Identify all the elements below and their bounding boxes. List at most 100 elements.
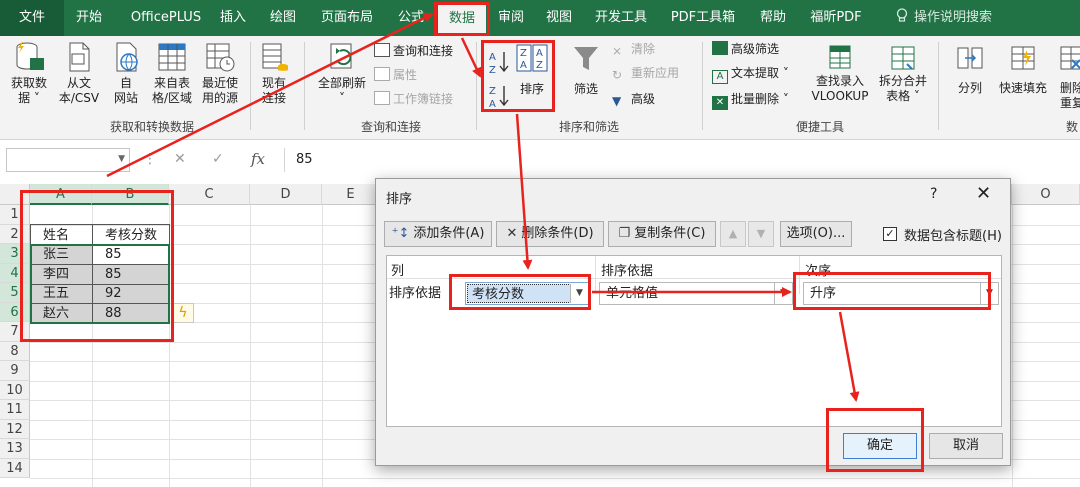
add-condition-button[interactable]: ⁺↕ 添加条件(A) <box>384 221 492 247</box>
move-down-button[interactable]: ▼ <box>748 221 774 247</box>
gridline <box>1012 205 1013 487</box>
row-header[interactable]: 11 <box>0 400 30 420</box>
tab-page-layout[interactable]: 页面布局 <box>314 0 380 36</box>
gridline <box>250 205 251 487</box>
formula-input[interactable]: 85 <box>284 148 1080 172</box>
refresh-all-button[interactable]: 全部刷新 ˅ <box>312 40 372 106</box>
web-page-icon <box>116 42 138 72</box>
flash-fill-icon <box>1011 46 1035 70</box>
excel-window: 文件 开始 OfficePLUS 插入 绘图 页面布局 公式 数据 审阅 视图 … <box>0 0 1080 487</box>
tab-insert[interactable]: 插入 <box>212 0 254 36</box>
tab-pdf-toolbox[interactable]: PDF工具箱 <box>666 0 740 36</box>
tab-help[interactable]: 帮助 <box>752 0 794 36</box>
text-file-icon <box>69 42 90 72</box>
copy-condition-icon: ❐ <box>618 226 631 241</box>
column-header-o[interactable]: O <box>1012 184 1080 205</box>
workbook-links-icon <box>374 91 390 105</box>
confirm-entry-icon[interactable]: ✓ <box>212 151 224 167</box>
split-merge-button[interactable]: 拆分合并 表格 ˅ <box>874 44 932 104</box>
tab-developer[interactable]: 开发工具 <box>588 0 654 36</box>
table-icon <box>158 43 186 71</box>
chevron-down-icon[interactable]: ▼ <box>118 154 125 164</box>
row-header[interactable]: 14 <box>0 458 30 478</box>
workbook-links-button[interactable]: 工作簿链接 <box>374 90 453 108</box>
from-web-button[interactable]: 自 网站 <box>106 40 146 106</box>
clear-filter-button[interactable]: ⨯ 清除 <box>612 40 655 58</box>
annotation-box-order-select <box>793 272 991 310</box>
column-header-d[interactable]: D <box>250 184 322 205</box>
from-web-line1: 自 <box>119 76 132 90</box>
column-header-e[interactable]: E <box>322 184 380 205</box>
copy-condition-button[interactable]: ❐ 复制条件(C) <box>608 221 716 247</box>
chevron-down-icon[interactable]: ▼ <box>774 283 792 304</box>
filter-button[interactable]: 筛选 <box>566 44 606 97</box>
refresh-all-line2: ˅ <box>339 91 345 105</box>
row-header[interactable]: 9 <box>0 361 30 381</box>
name-box[interactable]: ▼ <box>6 148 130 172</box>
quick-advanced-filter-label: 高级筛选 <box>731 42 780 56</box>
insert-function-icon[interactable]: fx <box>251 150 265 168</box>
from-text-csv-button[interactable]: 从文 本/CSV <box>56 40 102 106</box>
delete-condition-icon: ✕ <box>506 226 518 241</box>
remove-duplicates-button[interactable]: 删除 重复 <box>1052 44 1080 111</box>
tab-formulas[interactable]: 公式 <box>390 0 432 36</box>
row-header[interactable]: 13 <box>0 439 30 459</box>
tab-foxit-pdf[interactable]: 福昕PDF <box>804 0 868 36</box>
group-separator <box>250 42 251 130</box>
advanced-filter-button[interactable]: ▼ 高级 <box>612 90 655 108</box>
from-table-button[interactable]: 来自表 格/区域 <box>148 40 196 106</box>
row-header[interactable]: 12 <box>0 419 30 439</box>
from-text-line2: 本/CSV <box>58 91 100 105</box>
add-condition-icon: ⁺↕ <box>391 226 410 241</box>
cancel-entry-icon[interactable]: ✕ <box>174 151 186 167</box>
advanced-filter-icon: ▼ <box>612 94 622 108</box>
from-table-line1: 来自表 <box>153 76 190 90</box>
list-separator <box>595 256 596 294</box>
row-header[interactable]: 8 <box>0 341 30 361</box>
lightbulb-icon <box>896 8 908 22</box>
vlookup-button[interactable]: 查找录入 VLOOKUP <box>806 44 874 104</box>
text-to-columns-button[interactable]: 分列 <box>948 44 992 96</box>
has-header-checkbox[interactable]: ✓ <box>883 227 897 241</box>
queries-connections-button[interactable]: 查询和连接 <box>374 42 453 60</box>
tell-me-label: 操作说明搜索 <box>913 10 992 25</box>
close-icon[interactable]: ✕ <box>976 183 991 204</box>
options-button[interactable]: 选项(O)... <box>780 221 852 247</box>
tab-officeplus[interactable]: OfficePLUS <box>116 0 216 36</box>
quick-advanced-filter-button[interactable]: 高级筛选 <box>712 40 779 58</box>
text-to-columns-label: 分列 <box>957 81 982 95</box>
tab-review[interactable]: 审阅 <box>490 0 532 36</box>
reapply-label: 重新应用 <box>631 66 680 80</box>
cancel-button[interactable]: 取消 <box>929 433 1003 459</box>
gridline <box>322 205 323 487</box>
tab-home[interactable]: 开始 <box>66 0 112 36</box>
batch-delete-button[interactable]: ✕ 批量删除 ˅ <box>712 90 789 110</box>
sort-on-select[interactable]: 单元格值 ▼ <box>599 282 793 305</box>
existing-connections-button[interactable]: 现有 连接 <box>254 40 294 106</box>
tell-me-search[interactable]: 操作说明搜索 <box>884 0 1004 36</box>
text-extract-button[interactable]: A 文本提取 ˅ <box>712 64 789 84</box>
move-up-button[interactable]: ▲ <box>720 221 746 247</box>
recent-sources-button[interactable]: 最近使 用的源 <box>196 40 244 106</box>
tab-draw[interactable]: 绘图 <box>262 0 304 36</box>
group-label-data-tools: 数 <box>1066 120 1079 134</box>
more-options-icon[interactable]: ⋮ <box>143 151 157 167</box>
text-extract-icon: A <box>712 70 728 84</box>
refresh-all-line1: 全部刷新 <box>317 76 366 90</box>
get-data-button[interactable]: 获取数 据 ˅ <box>6 40 52 106</box>
properties-button[interactable]: 属性 <box>374 66 417 84</box>
delete-condition-button[interactable]: ✕ 删除条件(D) <box>496 221 604 247</box>
split-merge-line1: 拆分合并 <box>878 74 927 88</box>
row-header[interactable]: 10 <box>0 380 30 400</box>
quick-analysis-icon[interactable]: ϟ <box>172 303 194 323</box>
flash-fill-button[interactable]: 快速填充 <box>994 44 1052 96</box>
column-header-c[interactable]: C <box>169 184 250 205</box>
clear-filter-label: 清除 <box>631 42 656 56</box>
has-header-label: 数据包含标题(H) <box>904 229 1002 244</box>
existing-connections-line1: 现有 <box>261 76 286 90</box>
flash-fill-label: 快速填充 <box>998 81 1047 95</box>
help-icon[interactable]: ? <box>930 186 937 202</box>
tab-file[interactable]: 文件 <box>0 0 64 36</box>
tab-view[interactable]: 视图 <box>538 0 580 36</box>
reapply-button[interactable]: ↻ 重新应用 <box>612 64 679 82</box>
